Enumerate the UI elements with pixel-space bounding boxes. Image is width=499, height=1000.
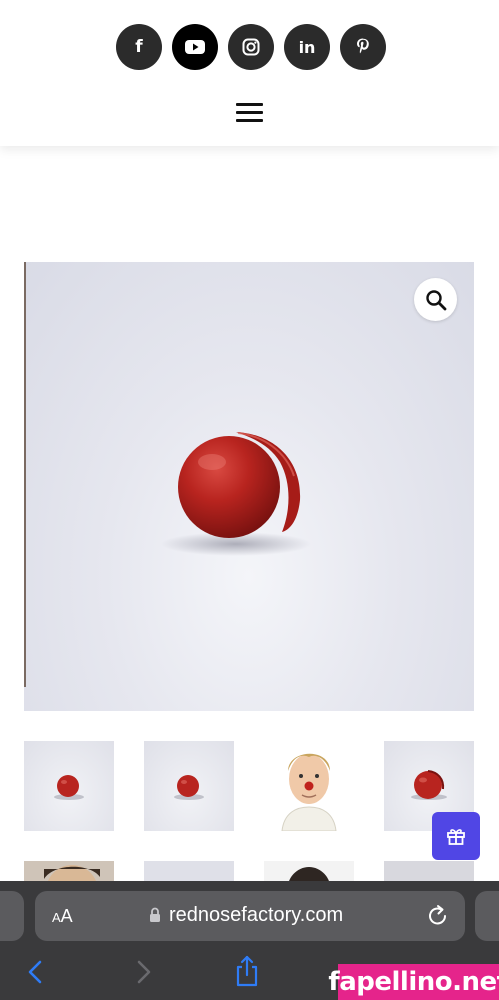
product-main-image[interactable] (24, 262, 474, 711)
previous-tab-preview[interactable] (0, 891, 24, 941)
product-thumbnail[interactable] (144, 741, 234, 831)
url-text: rednosefactory.com (169, 904, 344, 926)
reload-icon[interactable] (427, 903, 449, 927)
back-arrow-icon[interactable] (26, 959, 44, 985)
person-with-red-nose-thumb (281, 753, 337, 831)
red-nose-thumb (54, 775, 84, 800)
text-size-button[interactable]: AA (52, 906, 73, 927)
instagram-icon[interactable] (228, 24, 274, 70)
product-thumbnail[interactable] (24, 741, 114, 831)
social-links: f in (116, 24, 386, 70)
youtube-play-icon (185, 40, 205, 54)
pinterest-glyph-icon (357, 38, 369, 54)
lock-icon (150, 907, 160, 922)
linkedin-icon[interactable]: in (284, 24, 330, 70)
zoom-button[interactable] (414, 278, 457, 321)
youtube-icon[interactable] (172, 24, 218, 70)
site-header: f in (0, 0, 499, 146)
forward-arrow-icon[interactable] (135, 959, 153, 985)
magnifier-icon (425, 289, 446, 310)
watermark: fapellino.net (328, 964, 499, 1000)
hamburger-menu-icon[interactable] (236, 103, 263, 124)
instagram-glyph-icon (242, 38, 260, 56)
pinterest-icon[interactable] (340, 24, 386, 70)
address-bar[interactable]: AA rednosefactory.com (35, 891, 465, 941)
next-tab-preview[interactable] (475, 891, 499, 941)
share-icon[interactable] (234, 955, 260, 987)
gift-icon (447, 829, 465, 845)
red-nose-thumb (174, 775, 204, 800)
gift-button[interactable] (432, 812, 480, 860)
facebook-icon[interactable]: f (116, 24, 162, 70)
red-clown-nose-photo (161, 432, 311, 556)
product-thumbnail[interactable] (264, 741, 354, 831)
